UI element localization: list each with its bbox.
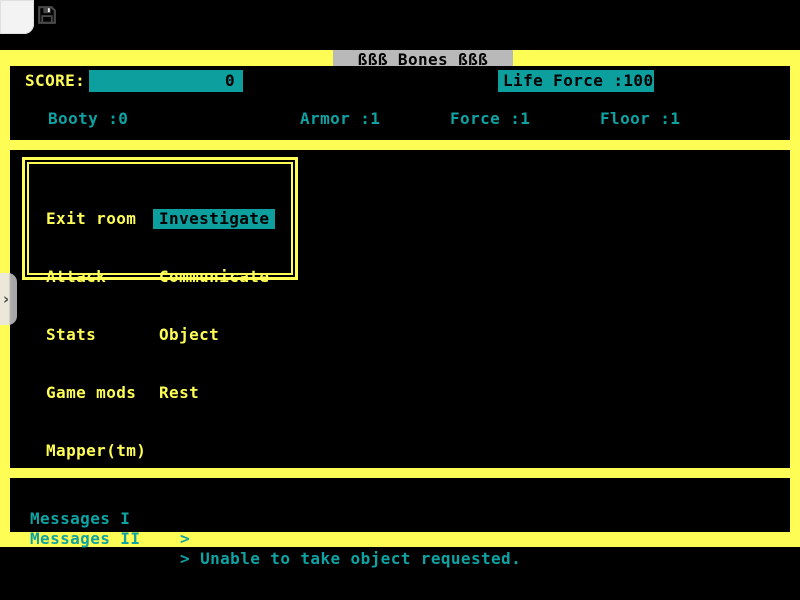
score-label: SCORE: [25, 70, 85, 92]
sidebar-toggle[interactable]: › [0, 273, 17, 325]
menu-column-left: Exit room Attack Stats Game mods Mapper(… [40, 171, 152, 499]
status-panel: SCORE: 0 Life Force :100 Booty :0 Armor … [10, 66, 790, 140]
messages-2-text: > Unable to take object requested. [180, 549, 521, 569]
save-button[interactable] [0, 0, 34, 34]
stat-floor: Floor :1 [600, 110, 680, 128]
menu-item-communicate[interactable]: Communicate [153, 267, 275, 287]
score-bar: 0 [89, 70, 243, 92]
menu-item-attack[interactable]: Attack [40, 267, 152, 287]
menu-item-exit-room[interactable]: Exit room [40, 209, 152, 229]
menu-item-object[interactable]: Object [153, 325, 275, 345]
score-value: 0 [225, 71, 235, 90]
game-frame: ßßß Bones ßßß SCORE: 0 Life Force :100 B… [0, 50, 800, 547]
chevron-right-icon: › [0, 292, 10, 307]
menu-item-stats[interactable]: Stats [40, 325, 152, 345]
menu-item-investigate[interactable]: Investigate [153, 209, 275, 229]
main-panel: Exit room Attack Stats Game mods Mapper(… [10, 150, 790, 468]
stat-booty: Booty :0 [48, 110, 128, 128]
messages-row-1: Messages I > [10, 489, 790, 509]
menu-column-right: Investigate Communicate Object Rest [153, 171, 275, 441]
menu-item-rest[interactable]: Rest [153, 383, 275, 403]
stat-armor: Armor :1 [300, 110, 380, 128]
life-force-badge: Life Force :100 [498, 70, 654, 92]
stat-force: Force :1 [450, 110, 530, 128]
menu-item-mapper[interactable]: Mapper(tm) [40, 441, 152, 461]
floppy-disk-icon [0, 0, 58, 49]
messages-panel: Messages I > Messages II > Unable to tak… [10, 478, 790, 532]
messages-2-label: Messages II [30, 529, 140, 549]
messages-1-text: > [180, 529, 190, 549]
action-menu: Exit room Attack Stats Game mods Mapper(… [22, 157, 298, 280]
menu-item-game-mods[interactable]: Game mods [40, 383, 152, 403]
game-screen: › ßßß Bones ßßß SCORE: 0 Life Force :100… [0, 0, 800, 600]
messages-row-2: Messages II > Unable to take object requ… [10, 509, 790, 529]
